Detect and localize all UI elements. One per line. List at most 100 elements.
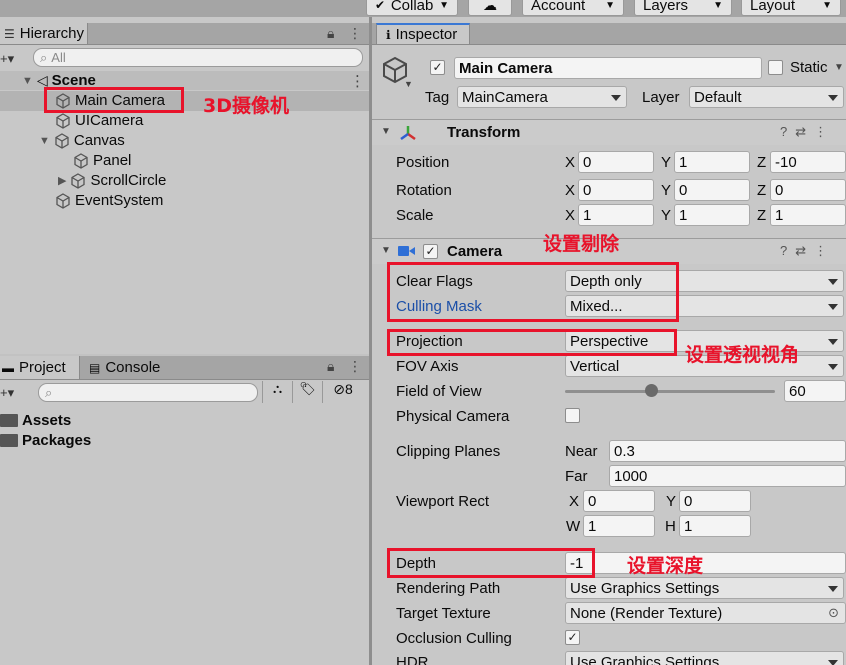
active-checkbox[interactable]: ✓ [430, 60, 445, 75]
filter-by-type-icon[interactable]: ⛬ [263, 381, 293, 403]
chevron-down-icon [611, 95, 621, 101]
tab-project[interactable]: ▬ Project [0, 356, 80, 379]
layout-dropdown[interactable]: Layout ▼ [741, 0, 841, 16]
chevron-down-icon [828, 364, 838, 370]
viewport-y-field[interactable]: 0 [679, 490, 751, 512]
presets-icon[interactable]: ⇄ [795, 124, 814, 139]
layer-dropdown[interactable]: Default [689, 86, 844, 108]
help-icon[interactable]: ? [780, 124, 795, 139]
fov-label: Field of View [396, 383, 482, 400]
layout-label: Layout [750, 0, 796, 14]
kebab-menu-icon[interactable]: ⋮ [814, 243, 835, 258]
static-dropdown-icon[interactable]: ▼ [834, 62, 844, 73]
chevron-down-icon: ▼ [713, 0, 723, 11]
fov-value-field[interactable]: 60 [784, 380, 846, 402]
object-name-field[interactable]: Main Camera [454, 57, 762, 79]
icon-dropdown-arrow-icon[interactable]: ▼ [404, 79, 413, 89]
scale-y-field[interactable]: 1 [674, 204, 750, 226]
hierarchy-item-scrollcircle[interactable]: ▶ ScrollCircle [58, 172, 166, 189]
hierarchy-item-uicamera[interactable]: UICamera [55, 112, 143, 129]
chevron-down-icon [828, 95, 838, 101]
chevron-down-icon: ▼ [605, 0, 615, 11]
viewport-w-value: 1 [588, 517, 597, 535]
position-y-field[interactable]: 1 [674, 151, 750, 173]
rendering-path-dropdown[interactable]: Use Graphics Settings [565, 577, 844, 599]
camera-title: Camera [447, 243, 503, 260]
account-label: Account [531, 0, 586, 14]
help-icon[interactable]: ? [780, 243, 795, 258]
fov-axis-label: FOV Axis [396, 358, 459, 375]
far-field[interactable]: 1000 [609, 465, 846, 487]
object-name-value: Main Camera [459, 59, 553, 77]
target-texture-field[interactable]: None (Render Texture) ⊙ [565, 602, 846, 624]
rotation-y-field[interactable]: 0 [674, 179, 750, 201]
scale-label: Scale [396, 207, 434, 224]
cloud-button[interactable]: ☁ [468, 0, 512, 16]
position-z-value: -10 [775, 153, 797, 171]
viewport-h-field[interactable]: 1 [679, 515, 751, 537]
lock-icon[interactable]: 🔒︎ [327, 25, 334, 42]
layers-label: Layers [643, 0, 689, 14]
fov-slider-thumb[interactable] [644, 384, 658, 397]
hierarchy-search-input[interactable]: ⌕ All [33, 48, 363, 67]
depth-field[interactable]: -1 [565, 552, 846, 574]
account-dropdown[interactable]: Account ▼ [522, 0, 624, 16]
scene-kebab-icon[interactable]: ⋮ [350, 72, 365, 90]
transform-header[interactable]: ▼ Transform ?⇄⋮ [372, 119, 846, 145]
rotation-label: Rotation [396, 182, 452, 199]
chevron-down-icon [828, 339, 838, 345]
layers-dropdown[interactable]: Layers ▼ [634, 0, 732, 16]
occlusion-culling-label: Occlusion Culling [396, 630, 512, 647]
gameobject-cube-icon [56, 192, 70, 209]
position-z-field[interactable]: -10 [770, 151, 846, 173]
layer-value: Default [694, 88, 742, 106]
physical-camera-checkbox[interactable] [565, 408, 580, 423]
near-field[interactable]: 0.3 [609, 440, 846, 462]
collab-button[interactable]: ✔ Collab ▼ [366, 0, 458, 16]
hierarchy-item-panel[interactable]: Panel [73, 152, 131, 169]
occlusion-culling-checkbox[interactable]: ✓ [565, 630, 580, 645]
viewport-x-field[interactable]: 0 [583, 490, 655, 512]
scale-x-field[interactable]: 1 [578, 204, 654, 226]
kebab-menu-icon[interactable]: ⋮ [348, 25, 362, 42]
create-dropdown-icon[interactable]: +▾ [0, 385, 14, 401]
folder-icon [0, 434, 18, 447]
filter-by-label-icon[interactable]: 🏷︎ [293, 381, 323, 403]
component-header-icons: ?⇄⋮ [780, 243, 835, 259]
viewport-h-value: 1 [684, 517, 693, 535]
hdr-label: HDR [396, 654, 429, 665]
rotation-x-field[interactable]: 0 [578, 179, 654, 201]
object-picker-icon[interactable]: ⊙ [828, 605, 839, 621]
scrollcircle-label: ScrollCircle [90, 172, 167, 189]
create-dropdown-icon[interactable]: +▾ [0, 51, 14, 67]
kebab-menu-icon[interactable]: ⋮ [348, 358, 362, 375]
scale-z-field[interactable]: 1 [770, 204, 846, 226]
project-search-input[interactable]: ⌕ [38, 383, 258, 402]
viewport-x-value: 0 [588, 492, 597, 510]
kebab-menu-icon[interactable]: ⋮ [814, 124, 835, 139]
fov-slider-track[interactable] [565, 390, 775, 393]
chevron-down-icon: ▼ [822, 0, 832, 11]
gameobject-cube-icon [55, 132, 69, 149]
annotation-perspective: 设置透视视角 [685, 344, 800, 366]
position-x-field[interactable]: 0 [578, 151, 654, 173]
axis-y-label: Y [661, 154, 672, 171]
hierarchy-item-canvas[interactable]: ▼ Canvas [39, 132, 125, 149]
folder-assets[interactable]: Assets [0, 412, 71, 429]
hierarchy-item-eventsystem[interactable]: EventSystem [55, 192, 163, 209]
tag-dropdown[interactable]: MainCamera [457, 86, 627, 108]
rotation-z-field[interactable]: 0 [770, 179, 846, 201]
viewport-w-field[interactable]: 1 [583, 515, 655, 537]
folder-packages[interactable]: Packages [0, 432, 91, 449]
hdr-dropdown[interactable]: Use Graphics Settings [565, 651, 844, 665]
presets-icon[interactable]: ⇄ [795, 243, 814, 258]
hidden-packages-toggle[interactable]: ⊘8 [323, 381, 363, 403]
static-checkbox[interactable] [768, 60, 783, 75]
tab-console[interactable]: ▤ Console [80, 356, 170, 379]
tab-hierarchy[interactable]: ☰ Hierarchy [0, 23, 88, 44]
tab-hierarchy-label: Hierarchy [19, 25, 84, 42]
lock-icon[interactable]: 🔒︎ [327, 358, 334, 375]
tab-inspector[interactable]: ℹ Inspector [376, 23, 470, 44]
camera-enabled-checkbox[interactable]: ✓ [423, 244, 438, 259]
search-icon: ⌕ [45, 384, 53, 400]
